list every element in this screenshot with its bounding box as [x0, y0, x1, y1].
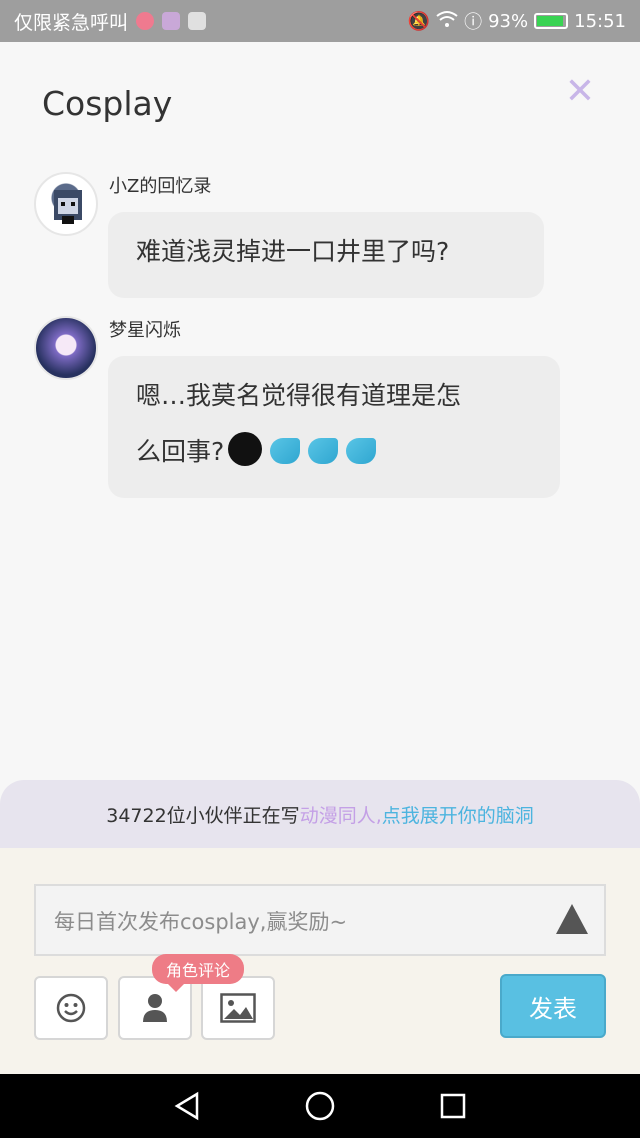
sweat-drop-icon — [346, 438, 377, 464]
comment-text: 嗯…我莫名觉得很有道理是怎 — [136, 381, 462, 410]
alert-icon: ⓘ — [464, 12, 483, 33]
send-arrow-icon[interactable] — [556, 904, 588, 934]
publish-button[interactable]: 发表 — [500, 974, 606, 1038]
promo-link[interactable]: 点我展开你的脑洞 — [382, 801, 534, 828]
sweat-drop-icon — [270, 438, 301, 464]
status-bar: 仅限紧急呼叫 🔕 ⓘ 93% 15:51 — [0, 0, 640, 42]
comment-bubble: 嗯…我莫名觉得很有道理是怎 么回事? — [108, 356, 560, 498]
comment-bubble: 难道浅灵掉进一口井里了吗? — [108, 212, 544, 298]
app-notification-icon — [188, 12, 207, 30]
comment-item: 梦星闪烁 嗯…我莫名觉得很有道理是怎 么回事? — [34, 316, 574, 506]
avatar[interactable] — [34, 172, 98, 236]
system-nav-bar — [0, 1074, 640, 1138]
comment-username[interactable]: 小Z的回忆录 — [109, 172, 211, 198]
sweat-drop-icon — [308, 438, 339, 464]
image-button[interactable] — [201, 976, 275, 1040]
app-notification-icon — [162, 12, 181, 30]
comment-input[interactable]: 每日首次发布cosplay,赢奖励~ — [34, 884, 606, 956]
comment-text: 么回事? — [136, 437, 225, 466]
comment-text: 难道浅灵掉进一口井里了吗? — [136, 237, 450, 266]
app-notification-icon — [136, 12, 155, 30]
smiley-dark-emoji-icon — [228, 432, 263, 466]
battery-icon — [534, 13, 569, 29]
person-icon — [143, 994, 167, 1022]
back-icon[interactable] — [167, 1086, 207, 1126]
promo-banner[interactable]: 34722位小伙伴正在写 动漫同人, 点我展开你的脑洞 — [0, 780, 640, 848]
battery-percent: 93% — [488, 10, 529, 32]
carrier-text: 仅限紧急呼叫 — [14, 11, 129, 34]
close-icon[interactable]: ✕ — [560, 72, 600, 112]
promo-highlight: 动漫同人, — [299, 804, 382, 827]
composer: 每日首次发布cosplay,赢奖励~ 角色评论 发表 — [0, 848, 640, 1074]
header: Cosplay ✕ — [0, 42, 640, 152]
comment-placeholder: 每日首次发布cosplay,赢奖励~ — [54, 910, 348, 934]
recents-icon[interactable] — [433, 1086, 473, 1126]
status-left: 仅限紧急呼叫 — [14, 8, 207, 35]
home-icon[interactable] — [300, 1086, 340, 1126]
wifi-icon — [436, 10, 458, 33]
promo-prefix: 34722位小伙伴正在写 — [106, 804, 300, 827]
smiley-icon — [56, 993, 86, 1023]
emoji-button[interactable] — [34, 976, 108, 1040]
avatar[interactable] — [34, 316, 98, 380]
image-icon — [220, 993, 256, 1023]
comment-text-line2: 么回事? — [136, 424, 532, 480]
comment-username[interactable]: 梦星闪烁 — [109, 316, 181, 342]
mute-icon: 🔕 — [407, 10, 431, 32]
role-comment-tag: 角色评论 — [152, 954, 245, 992]
clock: 15:51 — [574, 10, 626, 32]
status-right: 🔕 ⓘ 93% 15:51 — [408, 8, 626, 34]
comment-item: 小Z的回忆录 难道浅灵掉进一口井里了吗? — [34, 172, 574, 302]
page-title: Cosplay — [42, 84, 173, 123]
